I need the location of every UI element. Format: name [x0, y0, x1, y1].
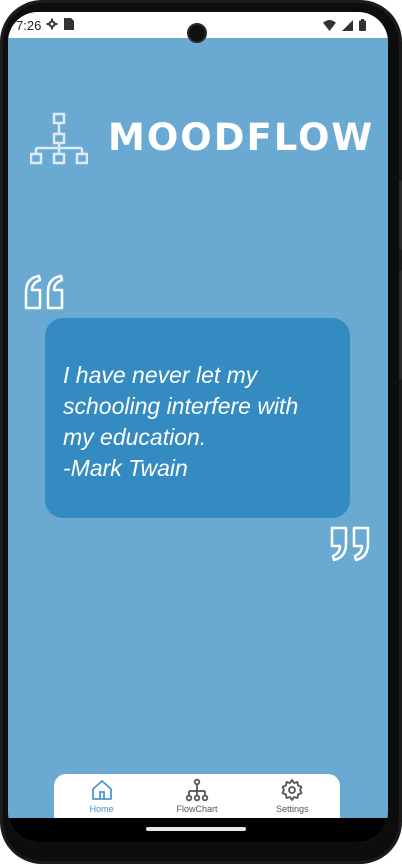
front-camera [187, 23, 207, 43]
quote-text: I have never let my schooling interfere … [63, 362, 299, 450]
nav-home-label: Home [89, 804, 114, 814]
status-right-icons [323, 19, 366, 31]
bottom-nav: Home FlowChart Settings [54, 774, 340, 824]
gear-icon [281, 779, 303, 801]
brand-header: MOODFLOW [30, 112, 372, 168]
nav-settings-label: Settings [276, 804, 309, 814]
system-navigation-bar [8, 818, 388, 842]
nav-flowchart[interactable]: FlowChart [157, 778, 237, 814]
close-quote-icon [330, 526, 370, 562]
signal-icon [342, 19, 353, 31]
battery-icon [359, 19, 366, 31]
wifi-icon [323, 19, 336, 31]
open-quote-icon [24, 274, 64, 310]
sim-card-icon [64, 18, 74, 30]
home-indicator[interactable] [146, 827, 246, 831]
status-bar: 7:26 [8, 12, 388, 43]
quote-author: -Mark Twain [63, 455, 188, 481]
gear-icon [46, 18, 58, 30]
phone-frame: 7:26 MOODFLOW I have never let my school… [0, 0, 402, 864]
hierarchy-icon [30, 112, 88, 165]
nav-home[interactable]: Home [62, 778, 142, 814]
app-screen: 7:26 MOODFLOW I have never let my school… [8, 12, 388, 842]
quote-card: I have never let my schooling interfere … [45, 318, 350, 518]
status-time: 7:26 [16, 18, 42, 33]
home-icon [91, 780, 112, 800]
nav-flowchart-label: FlowChart [176, 804, 218, 814]
nav-settings[interactable]: Settings [252, 778, 332, 814]
flowchart-icon [185, 778, 209, 802]
app-name: MOODFLOW [108, 116, 375, 159]
status-left-icons [46, 18, 74, 30]
